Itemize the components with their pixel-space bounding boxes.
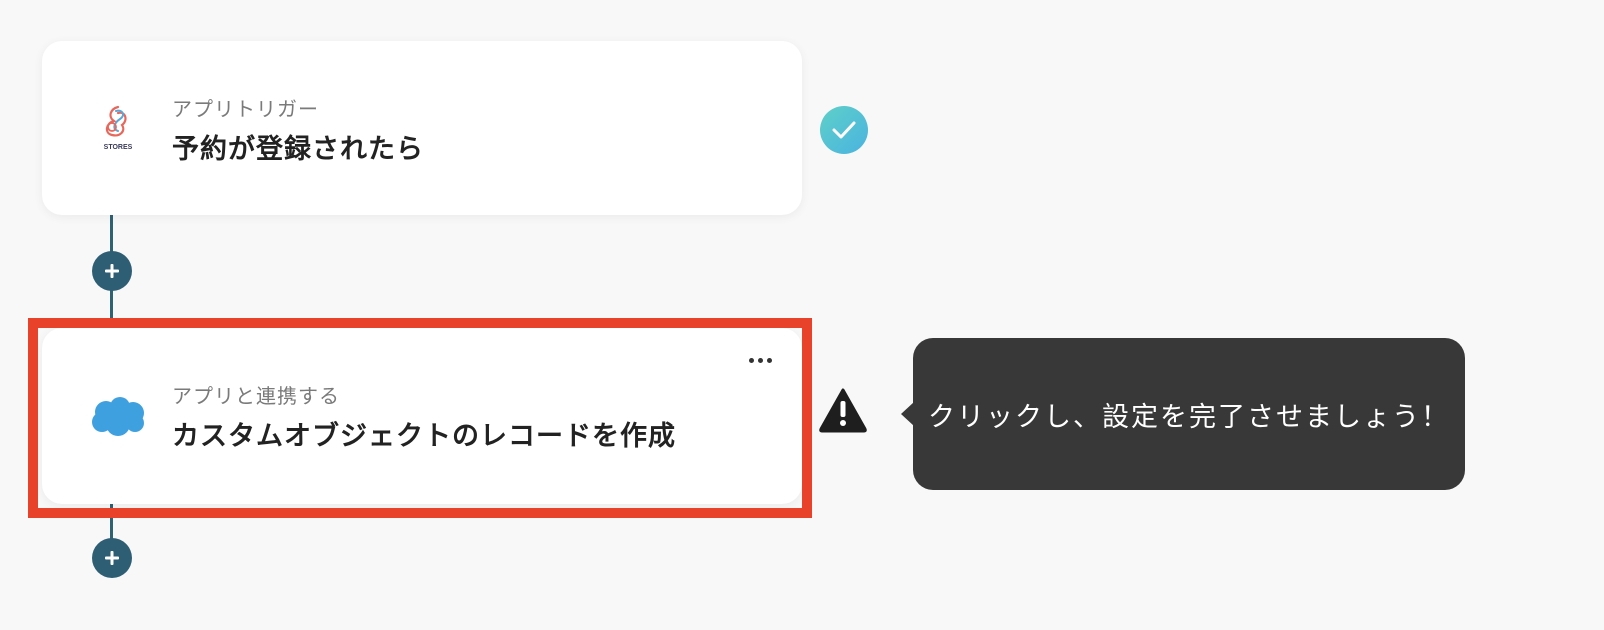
more-dot-icon: [748, 357, 754, 363]
flow-canvas: STORES アプリトリガー 予約が登録されたら アプリと連携する カスタムオブ…: [0, 0, 1604, 630]
action-title: カスタムオブジェクトのレコードを作成: [172, 421, 676, 452]
tooltip-text: クリックし、設定を完了させましょう！: [928, 401, 1450, 433]
setup-tooltip: クリックし、設定を完了させましょう！: [913, 338, 1465, 490]
more-options-button[interactable]: [742, 350, 778, 370]
more-dot-icon: [757, 357, 763, 363]
warning-icon: [818, 387, 868, 433]
trigger-subtitle: アプリトリガー: [172, 97, 319, 121]
add-step-button[interactable]: [92, 251, 132, 291]
salesforce-cloud-icon: [82, 380, 154, 452]
check-icon: [820, 106, 868, 154]
trigger-title: 予約が登録されたら: [172, 134, 424, 165]
add-step-button[interactable]: [92, 538, 132, 578]
plus-icon: [105, 551, 119, 565]
more-dot-icon: [766, 357, 772, 363]
svg-text:STORES: STORES: [104, 144, 133, 151]
stores-logo-icon: STORES: [82, 93, 154, 165]
action-subtitle: アプリと連携する: [172, 384, 340, 408]
trigger-card[interactable]: STORES アプリトリガー 予約が登録されたら: [42, 41, 802, 215]
plus-icon: [105, 264, 119, 278]
action-card[interactable]: アプリと連携する カスタムオブジェクトのレコードを作成: [42, 328, 802, 504]
